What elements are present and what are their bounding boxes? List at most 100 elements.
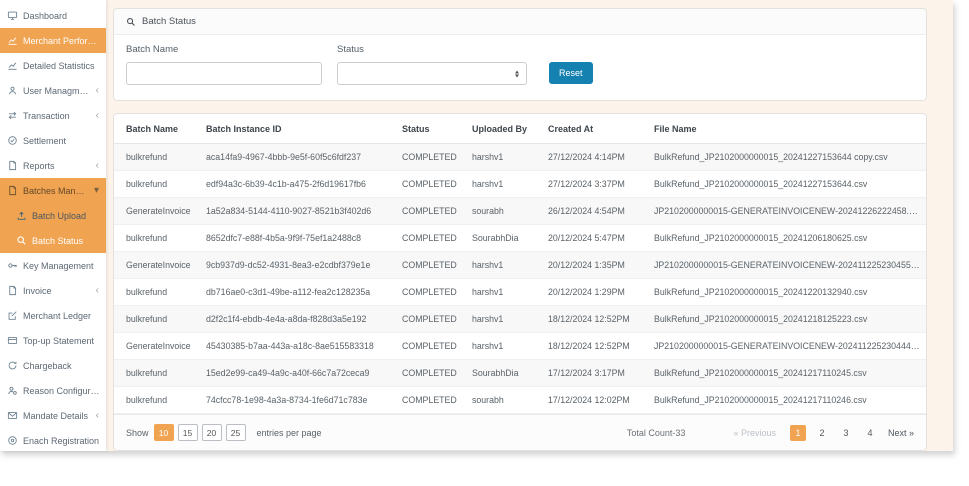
sidebar-item-label: Reports (23, 160, 55, 171)
cell-uploaded-by: harshv1 (466, 143, 542, 171)
total-count: Total Count-33 (626, 427, 686, 438)
cell-batch-name: GenerateInvoice (114, 332, 200, 360)
sidebar-item-batch-status[interactable]: Batch Status (0, 228, 106, 253)
cell-status: COMPLETED (396, 251, 466, 279)
cell-created-at: 20/12/2024 1:35PM (542, 251, 648, 279)
cell-status: COMPLETED (396, 332, 466, 360)
column-header-status: Status (396, 114, 466, 144)
page-size-button-20[interactable]: 20 (201, 424, 222, 441)
sidebar-item-merchant-performance[interactable]: Merchant Performance (0, 28, 106, 53)
cell-batch-name: bulkrefund (114, 170, 200, 198)
batch-status-filter-card: Batch Status Batch Name Status Reset (113, 8, 927, 101)
cell-instance-id: 15ed2e99-ca49-4a9c-a40f-66c7a72ceca9 (200, 359, 396, 387)
sidebar-item-detailed-statistics[interactable]: Detailed Statistics (0, 53, 106, 78)
cell-file-name: BulkRefund_JP2102000000015_2024121711024… (648, 386, 926, 414)
page-size-button-10[interactable]: 10 (153, 424, 174, 441)
cell-instance-id: edf94a3c-6b39-4c1b-a475-2f6d19617fb6 (200, 170, 396, 198)
edit-icon (7, 310, 18, 321)
cell-batch-name: GenerateInvoice (114, 197, 200, 225)
cell-instance-id: db716ae0-c3d1-49be-a112-fea2c128235a (200, 278, 396, 306)
cell-batch-name: bulkrefund (114, 305, 200, 333)
sidebar-item-label: Dashboard (23, 10, 68, 21)
sidebar-item-merchant-ledger[interactable]: Merchant Ledger (0, 303, 106, 328)
cell-instance-id: d2f2c1f4-ebdb-4e4a-a8da-f828d3a5e192 (200, 305, 396, 333)
app-window: Dashboard Merchant Performance Detailed St… (0, 0, 969, 486)
file-icon (7, 185, 18, 196)
page-size-button-25[interactable]: 25 (225, 424, 246, 441)
sidebar-item-mandate-details[interactable]: Mandate Details ‹ (0, 403, 106, 428)
table-row: bulkrefund 15ed2e99-ca49-4a9c-a40f-66c7a7… (114, 359, 926, 387)
status-label: Status (337, 44, 364, 55)
entries-per-page-label: entries per page (256, 427, 322, 438)
refresh-icon (7, 360, 18, 371)
page-number-buttons: 1234 (786, 424, 882, 441)
previous-page-button[interactable]: « Previous (733, 428, 776, 438)
sidebar-nav: Dashboard Merchant Performance Detailed St… (0, 3, 106, 453)
sidebar: Dashboard Merchant Performance Detailed St… (0, 0, 106, 451)
page-button-1[interactable]: 1 (789, 424, 806, 441)
next-page-button[interactable]: Next » (888, 428, 914, 438)
table-body: bulkrefund aca14fa9-4967-4bbb-9e5f-60f5c6… (114, 143, 926, 414)
cell-batch-name: GenerateInvoice (114, 251, 200, 279)
sidebar-item-settlement[interactable]: Settlement (0, 128, 106, 153)
reset-button[interactable]: Reset (549, 62, 593, 84)
sidebar-item-invoice[interactable]: Invoice ‹ (0, 278, 106, 303)
sidebar-item-enach-registration[interactable]: Enach Registration (0, 428, 106, 453)
filter-card-body: Batch Name Status Reset (114, 35, 926, 100)
sidebar-item-top-up-statement[interactable]: Top-up Statement (0, 328, 106, 353)
sidebar-item-transaction[interactable]: Transaction ‹ (0, 103, 106, 128)
cell-uploaded-by: harshv1 (466, 332, 542, 360)
table-footer: Show 10 15 20 25 entries per page Total Cou… (114, 414, 926, 450)
cell-uploaded-by: harshv1 (466, 251, 542, 279)
cell-created-at: 27/12/2024 4:14PM (542, 143, 648, 171)
circle-dot-icon (7, 435, 18, 446)
cell-created-at: 17/12/2024 3:17PM (542, 359, 648, 387)
sidebar-item-user-managment[interactable]: User Managment ‹ (0, 78, 106, 103)
sidebar-item-label: Merchant Ledger (23, 310, 92, 321)
page-button-4[interactable]: 4 (862, 425, 878, 441)
batch-name-input[interactable] (126, 62, 322, 85)
cell-uploaded-by: SourabhDia (466, 359, 542, 387)
app-shell: Dashboard Merchant Performance Detailed St… (0, 0, 953, 451)
cell-status: COMPLETED (396, 143, 466, 171)
check-circle-icon (7, 135, 18, 146)
page-button-2[interactable]: 2 (814, 425, 830, 441)
status-select[interactable] (337, 62, 527, 85)
chevron-icon: ‹ (95, 410, 99, 421)
page-size-button-15[interactable]: 15 (177, 424, 198, 441)
sidebar-item-label: Batch Status (32, 235, 84, 246)
sidebar-item-label: Batches Management (23, 185, 89, 196)
table-header-row: Batch Name Batch Instance ID Status Uploade… (114, 114, 926, 144)
user-gear-icon (7, 385, 18, 396)
status-field: Status (337, 44, 527, 85)
cell-file-name: JP2102000000015-GENERATEINVOICENEW-20241… (648, 332, 926, 360)
key-icon (7, 260, 18, 271)
cell-file-name: BulkRefund_JP2102000000015_2024122715364… (648, 170, 926, 198)
select-spinner-icon (515, 70, 519, 77)
sidebar-item-batches-management[interactable]: Batches Management ▾ (0, 178, 106, 203)
sidebar-item-label: Enach Registration (23, 435, 100, 446)
cell-instance-id: 8652dfc7-e88f-4b5a-9f9f-75ef1a2488c8 (200, 224, 396, 252)
sidebar-item-dashboard[interactable]: Dashboard (0, 3, 106, 28)
file-icon (7, 285, 18, 296)
upload-icon (16, 210, 27, 221)
show-label: Show (126, 427, 149, 438)
sidebar-item-reason-configuration[interactable]: Reason Configuration (0, 378, 106, 403)
sidebar-item-chargeback[interactable]: Chargeback (0, 353, 106, 378)
sidebar-item-reports[interactable]: Reports ‹ (0, 153, 106, 178)
table-row: bulkrefund aca14fa9-4967-4bbb-9e5f-60f5c6… (114, 143, 926, 171)
cell-file-name: BulkRefund_JP2102000000015_2024120618062… (648, 224, 926, 252)
cell-created-at: 17/12/2024 12:02PM (542, 386, 648, 414)
cell-uploaded-by: sourabh (466, 386, 542, 414)
sidebar-item-label: Invoice (23, 285, 52, 296)
batch-name-field: Batch Name (126, 44, 322, 85)
sidebar-item-batch-upload[interactable]: Batch Upload (0, 203, 106, 228)
sidebar-item-key-management[interactable]: Key Management (0, 253, 106, 278)
sidebar-item-label: Key Management (23, 260, 94, 271)
page-button-3[interactable]: 3 (838, 425, 854, 441)
chevron-icon: ‹ (95, 85, 99, 96)
column-header-uploaded-by: Uploaded By (466, 114, 542, 144)
cell-instance-id: 1a52a834-5144-4110-9027-8521b3f402d6 (200, 197, 396, 225)
user-icon (7, 85, 18, 96)
sidebar-item-label: Mandate Details (23, 410, 89, 421)
